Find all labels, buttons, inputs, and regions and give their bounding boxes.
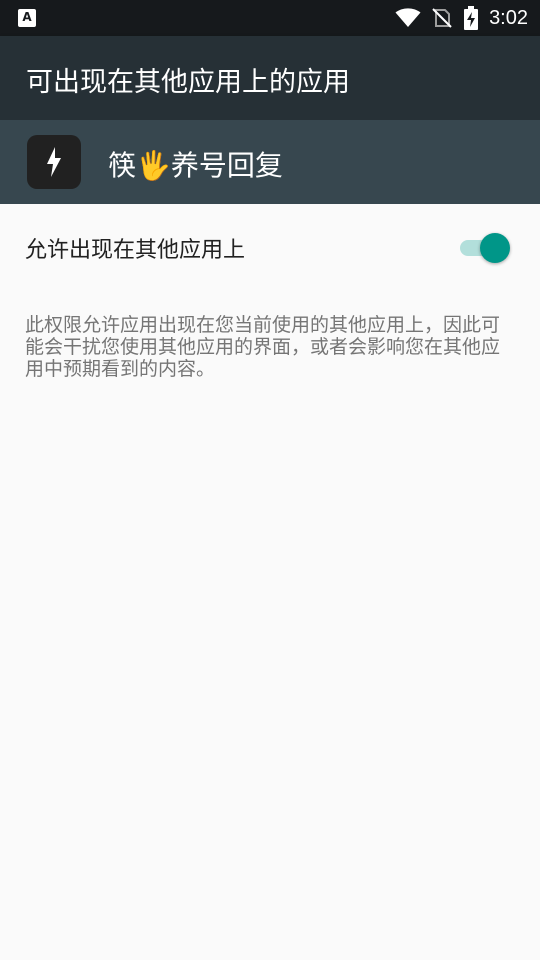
text-a-icon: A — [18, 9, 36, 27]
text-a-glyph: A — [22, 10, 32, 24]
status-icons: 3:02 — [395, 0, 528, 36]
battery-charging-icon — [464, 6, 479, 30]
permission-description: 此权限允许应用出现在您当前使用的其他应用上，因此可能会干扰您使用其他应用的界面，… — [25, 314, 501, 380]
status-bar: A 3:02 — [0, 0, 540, 36]
lightning-bolt-icon — [47, 147, 61, 177]
allow-overlay-setting-row[interactable]: 允许出现在其他应用上 — [0, 204, 540, 288]
switch-thumb — [480, 233, 510, 263]
allow-overlay-switch[interactable] — [460, 230, 512, 264]
allow-overlay-label: 允许出现在其他应用上 — [25, 238, 246, 263]
app-icon — [27, 135, 81, 189]
page-title: 可出现在其他应用上的应用 — [26, 67, 350, 98]
no-sim-icon — [432, 8, 452, 28]
app-name: 筷🖐养号回复 — [108, 149, 283, 182]
app-header: 筷🖐养号回复 — [0, 120, 540, 204]
app-bar: 可出现在其他应用上的应用 — [0, 36, 540, 120]
clock: 3:02 — [489, 6, 528, 29]
wifi-icon — [395, 8, 421, 27]
